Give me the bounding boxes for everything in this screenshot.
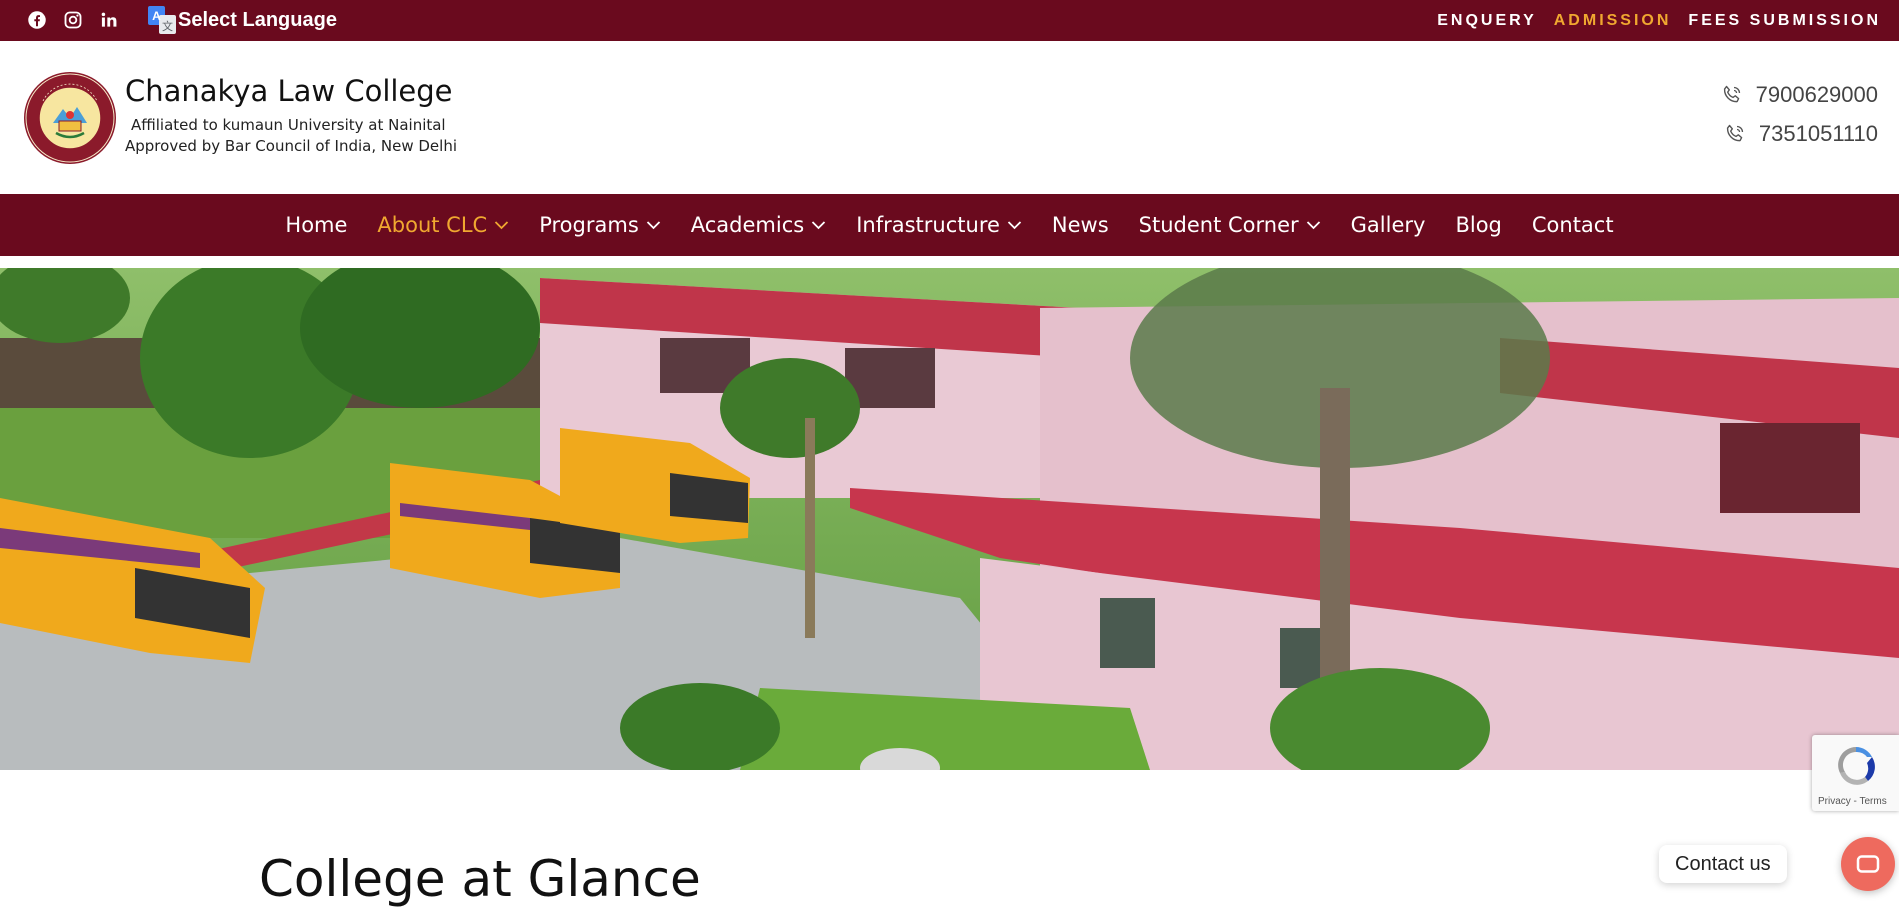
svg-text:A: A [152, 9, 161, 23]
svg-text:文: 文 [162, 19, 173, 33]
linkedin-icon[interactable] [97, 8, 121, 32]
translate-icon: A 文 [148, 6, 176, 34]
recaptcha-icon [1838, 747, 1875, 785]
top-bar: A 文 Select Language ENQUERY ADMISSION FE… [0, 0, 1899, 41]
contact-us-button[interactable] [1841, 837, 1895, 891]
nav-item-home[interactable]: Home [270, 213, 362, 237]
instagram-icon[interactable] [61, 8, 85, 32]
language-label: Select Language [178, 8, 337, 31]
phone-icon [1726, 124, 1744, 142]
phone-link-1[interactable]: 7900629000 [1720, 81, 1878, 109]
chevron-down-icon [646, 221, 660, 230]
nav-item-news[interactable]: News [1037, 213, 1124, 237]
phone-icon [1723, 85, 1740, 103]
site-header: Chanakya Law College Affiliated to kumau… [0, 41, 1899, 194]
recaptcha-links[interactable]: Privacy - Terms [1818, 796, 1887, 807]
hero-campus-image [0, 268, 1899, 770]
facebook-icon[interactable] [25, 8, 49, 32]
affiliation-text: Affiliated to kumaun University at Naini… [131, 116, 446, 134]
nav-item-student-corner[interactable]: Student Corner [1124, 213, 1336, 237]
chevron-down-icon [812, 221, 826, 230]
nav-item-programs[interactable]: Programs [524, 213, 676, 237]
phone-number-2: 7351051110 [1758, 121, 1878, 146]
language-selector[interactable]: A 文 Select Language [148, 6, 337, 34]
chat-icon [1856, 855, 1880, 873]
approval-text: Approved by Bar Council of India, New De… [125, 137, 457, 155]
nav-item-gallery[interactable]: Gallery [1336, 213, 1441, 237]
section-title: College at Glance [259, 850, 701, 908]
nav-item-contact[interactable]: Contact [1517, 213, 1629, 237]
chevron-down-icon [495, 221, 509, 230]
admission-link[interactable]: ADMISSION [1554, 12, 1672, 30]
enquery-link[interactable]: ENQUERY [1437, 12, 1537, 30]
contact-us-label[interactable]: Contact us [1659, 845, 1787, 883]
phone-number-1: 7900629000 [1755, 82, 1878, 107]
chevron-down-icon [1306, 221, 1320, 230]
main-nav: Home About CLC Programs Academics Infras… [0, 194, 1899, 256]
nav-item-infrastructure[interactable]: Infrastructure [841, 213, 1037, 237]
nav-list: Home About CLC Programs Academics Infras… [0, 194, 1899, 256]
nav-item-about-clc[interactable]: About CLC [362, 213, 524, 237]
college-logo[interactable] [23, 71, 117, 165]
nav-item-academics[interactable]: Academics [676, 213, 841, 237]
college-name[interactable]: Chanakya Law College [125, 74, 453, 108]
nav-item-blog[interactable]: Blog [1440, 213, 1516, 237]
chevron-down-icon [1007, 221, 1022, 230]
top-links: ENQUERY ADMISSION FEES SUBMISSION [1437, 0, 1881, 41]
phone-link-2[interactable]: 7351051110 [1723, 120, 1878, 148]
recaptcha-badge[interactable]: Privacy - Terms [1812, 735, 1899, 811]
fees-submission-link[interactable]: FEES SUBMISSION [1688, 12, 1881, 30]
